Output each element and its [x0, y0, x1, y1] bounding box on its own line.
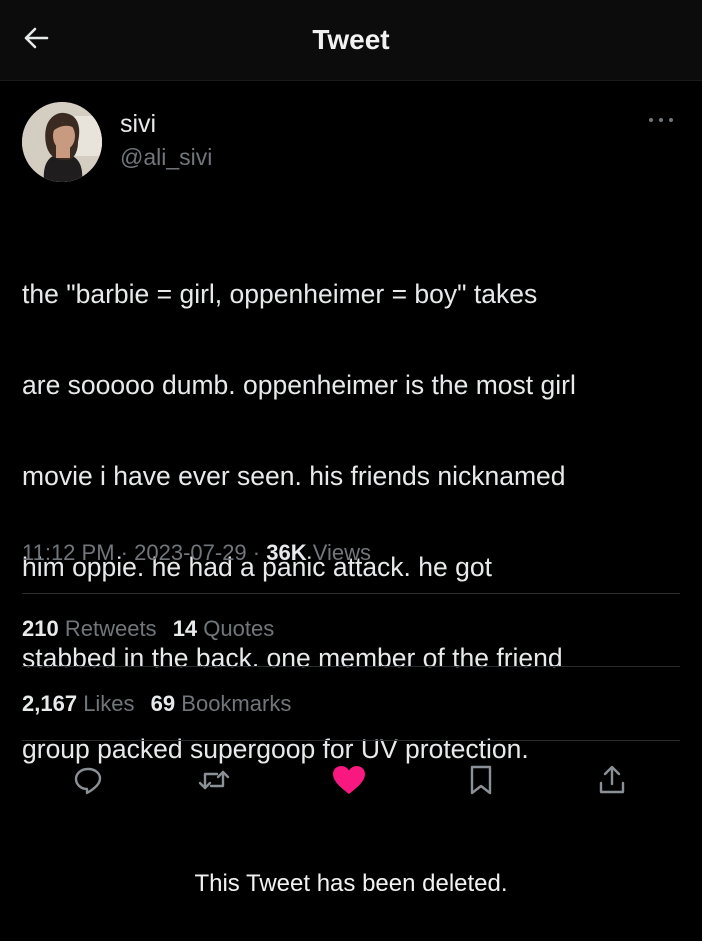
- more-options-button[interactable]: [644, 110, 678, 130]
- like-button[interactable]: [327, 760, 371, 804]
- engagement-row-shares: 210 Retweets 14 Quotes: [22, 616, 284, 642]
- tweet-meta: 11:12 PM · 2023-07-29 · 36K Views: [22, 540, 371, 566]
- share-button[interactable]: [590, 760, 634, 804]
- heart-icon: [331, 764, 367, 801]
- user-handle[interactable]: @ali_sivi: [120, 144, 212, 171]
- retweets-count: 210: [22, 616, 59, 641]
- divider: [22, 740, 680, 741]
- bookmarks-stat[interactable]: 69 Bookmarks: [151, 691, 292, 716]
- tweet-time[interactable]: 11:12 PM: [22, 540, 115, 565]
- more-horizontal-icon: [646, 111, 676, 129]
- tweet-text-line: are sooooo dumb. oppenheimer is the most…: [22, 369, 576, 400]
- deleted-tweet-notice: This Tweet has been deleted.: [194, 870, 508, 897]
- retweets-label: Retweets: [64, 616, 157, 641]
- reply-icon: [72, 764, 104, 801]
- tweet-date[interactable]: 2023-07-29: [134, 540, 247, 565]
- quotes-label: Quotes: [203, 616, 275, 641]
- retweet-button[interactable]: [192, 760, 236, 804]
- tweet-text-line: stabbed in the back. one member of the f…: [22, 642, 563, 673]
- meta-separator: ·: [120, 540, 128, 565]
- tweet-text: the "barbie = girl, oppenheimer = boy" t…: [22, 226, 682, 818]
- likes-label: Likes: [83, 691, 135, 716]
- likes-count: 2,167: [22, 691, 78, 716]
- meta-separator: ·: [252, 540, 261, 565]
- divider: [22, 666, 680, 667]
- bookmarks-count: 69: [150, 691, 176, 716]
- quotes-stat[interactable]: 14 Quotes: [173, 616, 275, 641]
- tweet-text-line: the "barbie = girl, oppenheimer = boy" t…: [22, 278, 538, 309]
- quotes-count: 14: [172, 616, 198, 641]
- display-name[interactable]: sivi: [120, 110, 156, 139]
- tweet-author: sivi @ali_sivi: [22, 100, 682, 184]
- reply-button[interactable]: [66, 760, 110, 804]
- retweet-icon: [197, 764, 231, 801]
- tweet-action-bar: [0, 760, 702, 804]
- tweet-text-line: movie i have ever seen. his friends nick…: [22, 460, 566, 491]
- bookmark-button[interactable]: [459, 760, 503, 804]
- engagement-row-likes: 2,167 Likes 69 Bookmarks: [22, 691, 301, 717]
- divider: [22, 593, 680, 594]
- bookmark-icon: [467, 764, 495, 801]
- page-title: Tweet: [312, 24, 390, 55]
- top-bar: Tweet: [0, 0, 702, 81]
- bookmarks-label: Bookmarks: [181, 691, 292, 716]
- share-icon: [596, 764, 628, 801]
- retweets-stat[interactable]: 210 Retweets: [22, 616, 157, 641]
- views-label: Views: [312, 540, 372, 565]
- views-count: 36K: [266, 540, 307, 565]
- likes-stat[interactable]: 2,167 Likes: [22, 691, 135, 716]
- avatar[interactable]: [22, 102, 102, 182]
